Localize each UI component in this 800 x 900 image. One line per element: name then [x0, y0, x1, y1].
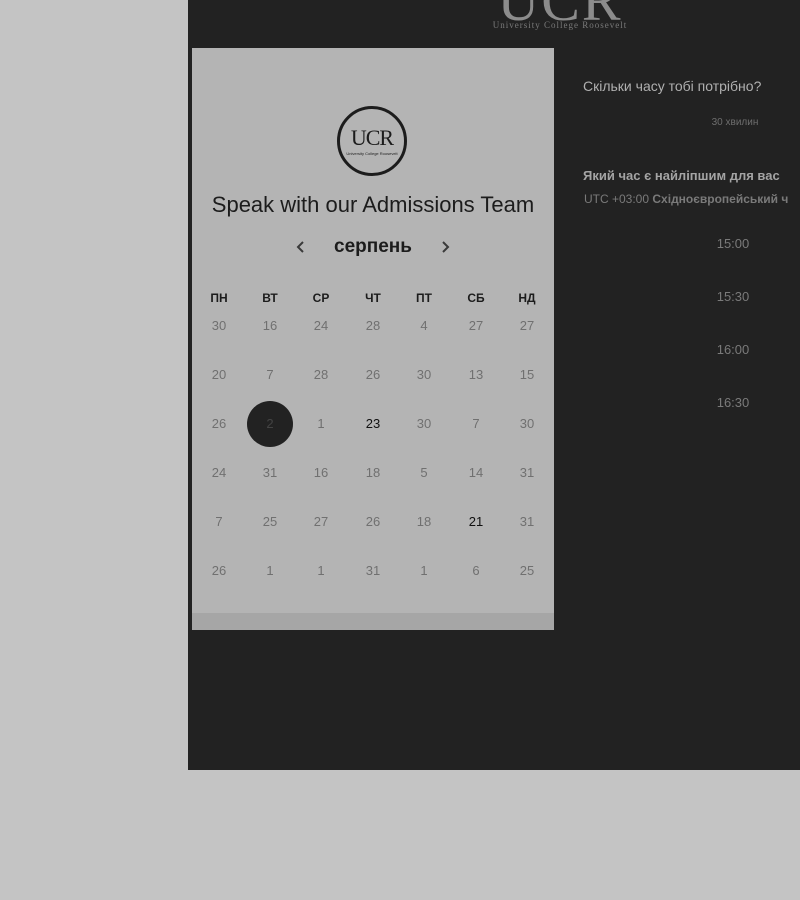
calendar-day[interactable]: 31 [504, 450, 550, 496]
time-slot-button[interactable]: 16:30 [660, 389, 800, 417]
ucr-logo: UCR University College Roosevelt [337, 106, 407, 176]
calendar-day[interactable]: 1 [298, 548, 344, 594]
ucr-logo-text: UCR [350, 124, 394, 150]
time-question: Який час є найліпшим для вас [583, 168, 780, 183]
calendar-day[interactable]: 31 [350, 548, 396, 594]
calendar-day[interactable]: 6 [453, 548, 499, 594]
calendar-day[interactable]: 20 [196, 352, 242, 398]
calendar-day[interactable]: 27 [453, 303, 499, 349]
calendar-day[interactable]: 28 [298, 352, 344, 398]
calendar-day[interactable]: 30 [504, 401, 550, 447]
calendar-day-selected[interactable]: 2 [247, 401, 293, 447]
calendar-day[interactable]: 23 [350, 401, 396, 447]
calendar-day[interactable]: 26 [196, 401, 242, 447]
calendar-day[interactable]: 31 [504, 499, 550, 545]
chevron-right-icon[interactable] [433, 236, 457, 257]
calendar-day[interactable]: 1 [247, 548, 293, 594]
time-slot-button[interactable]: 16:00 [660, 336, 800, 364]
calendar-day[interactable]: 4 [401, 303, 447, 349]
timezone-name: Східноєвропейський ч [652, 192, 789, 206]
calendar-inner: UCR University College Roosevelt Speak w… [192, 48, 554, 613]
calendar-day[interactable]: 15 [504, 352, 550, 398]
calendar-day[interactable]: 24 [298, 303, 344, 349]
calendar-day[interactable]: 1 [298, 401, 344, 447]
calendar-day[interactable]: 21 [453, 499, 499, 545]
calendar-card: UCR University College Roosevelt Speak w… [192, 48, 554, 630]
duration-option[interactable]: 30 хвилин [660, 117, 800, 128]
calendar-day[interactable]: 16 [247, 303, 293, 349]
ucr-logo-subtext: University College Roosevelt [346, 150, 398, 156]
calendar-day[interactable]: 7 [196, 499, 242, 545]
timezone-selector[interactable]: UTC +03:00 Східноєвропейський ч [584, 192, 788, 206]
calendar-day[interactable]: 28 [350, 303, 396, 349]
calendar-day[interactable]: 5 [401, 450, 447, 496]
calendar-day[interactable]: 26 [350, 352, 396, 398]
timezone-offset: UTC +03:00 [584, 192, 650, 206]
chevron-left-icon[interactable] [289, 236, 313, 257]
calendar-day[interactable]: 14 [453, 450, 499, 496]
calendar-day[interactable]: 13 [453, 352, 499, 398]
calendar-day[interactable]: 1 [401, 548, 447, 594]
calendar-day[interactable]: 7 [247, 352, 293, 398]
calendar-day[interactable]: 18 [350, 450, 396, 496]
calendar-title: Speak with our Admissions Team [211, 192, 535, 217]
calendar-day[interactable]: 7 [453, 401, 499, 447]
month-label: серпень [334, 236, 412, 257]
calendar-day[interactable]: 30 [196, 303, 242, 349]
calendar-day[interactable]: 27 [504, 303, 550, 349]
calendar-day[interactable]: 16 [298, 450, 344, 496]
time-slot-button[interactable]: 15:30 [660, 283, 800, 311]
header-logo-subtext: University College Roosevelt [492, 20, 628, 30]
calendar-day[interactable]: 26 [350, 499, 396, 545]
calendar-day[interactable]: 25 [247, 499, 293, 545]
calendar-day[interactable]: 26 [196, 548, 242, 594]
month-navigation: серпень [192, 236, 554, 258]
calendar-day[interactable]: 18 [401, 499, 447, 545]
calendar-day[interactable]: 30 [401, 401, 447, 447]
header-logo: UCR University College Roosevelt [470, 0, 650, 36]
calendar-day[interactable]: 24 [196, 450, 242, 496]
calendar-day[interactable]: 25 [504, 548, 550, 594]
calendar-day[interactable]: 30 [401, 352, 447, 398]
calendar-day[interactable]: 27 [298, 499, 344, 545]
duration-question: Скільки часу тобі потрібно? [583, 78, 762, 94]
calendar-day[interactable]: 31 [247, 450, 293, 496]
time-slot-button[interactable]: 15:00 [660, 230, 800, 258]
